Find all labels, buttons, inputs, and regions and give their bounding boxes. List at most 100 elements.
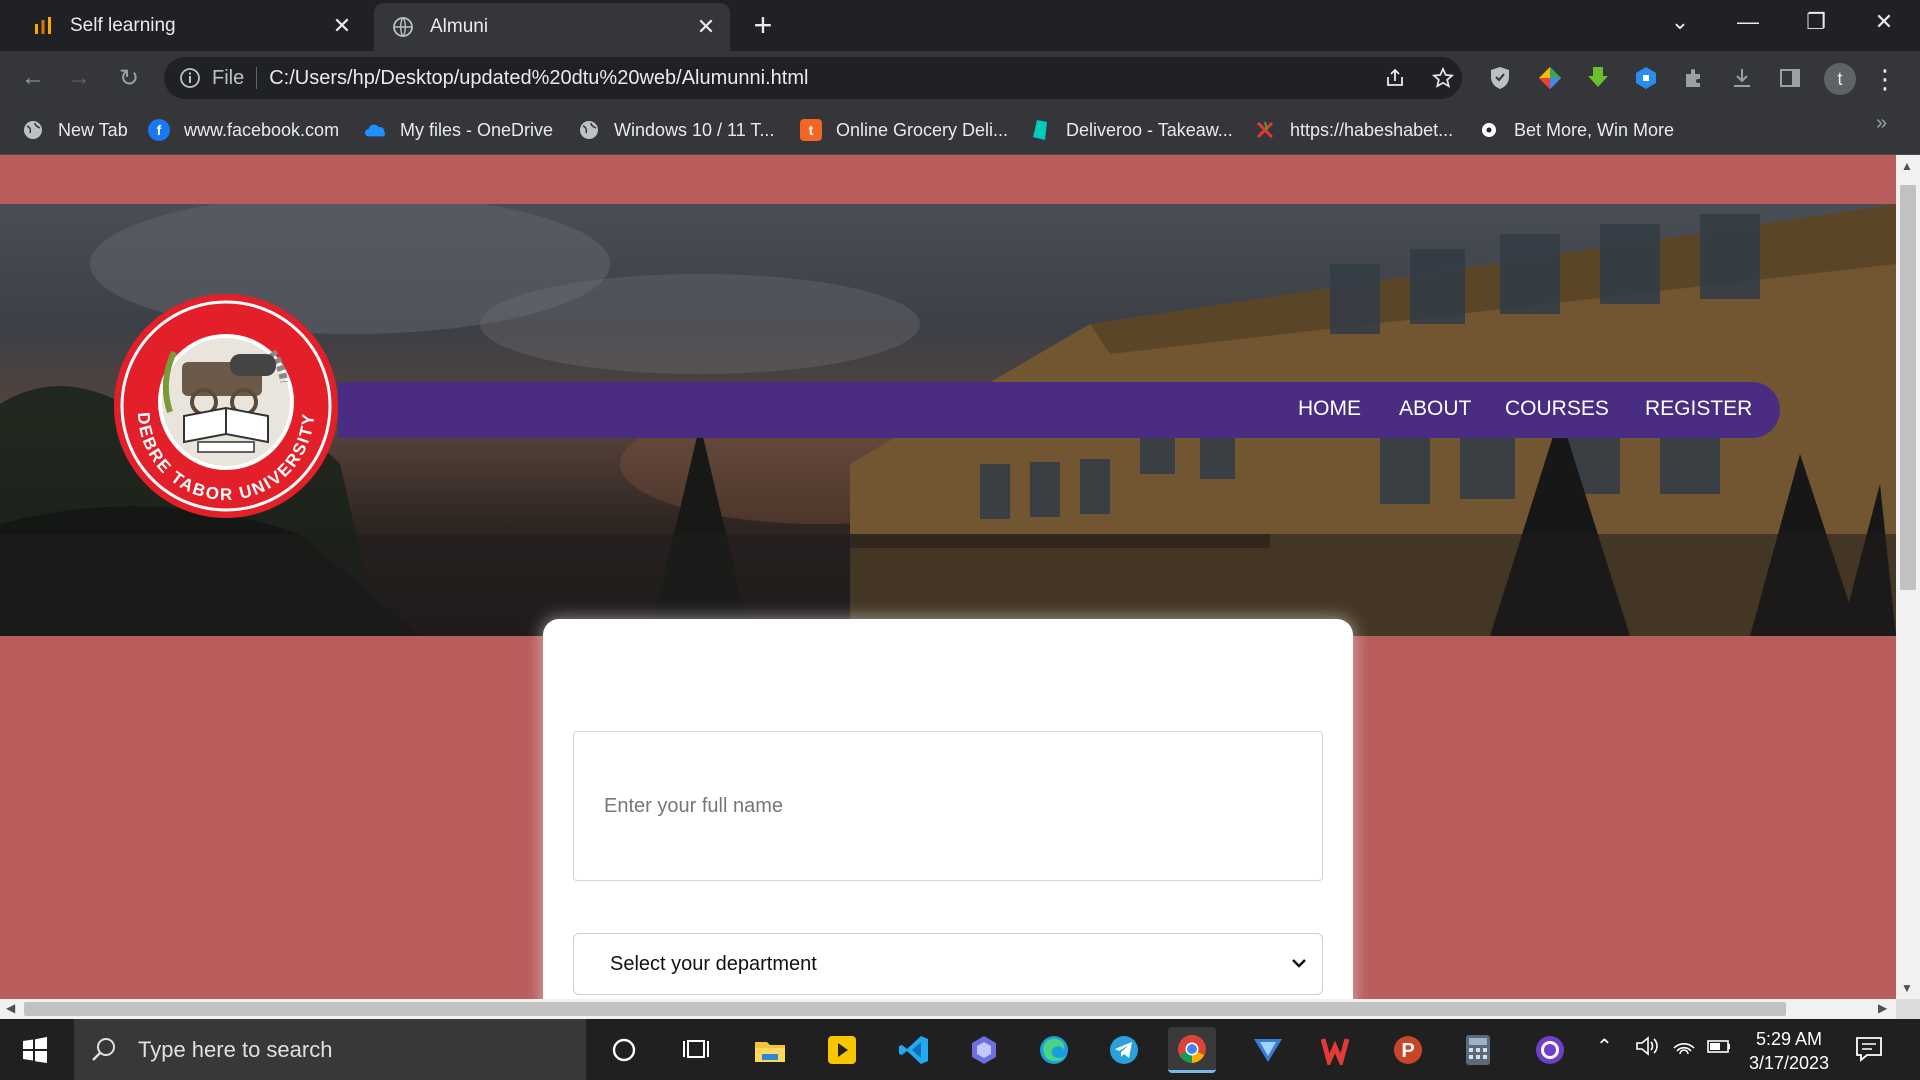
- bookmark-star-icon[interactable]: [1426, 61, 1460, 95]
- bookmark-label: www.facebook.com: [184, 119, 340, 140]
- vertical-scrollbar[interactable]: ▲ ▼: [1896, 155, 1920, 999]
- tab-self-learning[interactable]: Self learning ✕: [14, 0, 366, 51]
- page-viewport: HOME ABOUT COURSES REGISTER DEBRE TABOR …: [0, 155, 1896, 999]
- bookmark-label: My files - OneDrive: [400, 119, 554, 140]
- horizontal-scroll-thumb[interactable]: [24, 1002, 1786, 1016]
- svg-text:P: P: [1401, 1040, 1414, 1062]
- bookmark-label: Online Grocery Deli...: [836, 119, 1009, 140]
- globe-icon: [578, 119, 600, 141]
- scroll-left-icon[interactable]: ◀: [6, 1001, 15, 1015]
- bookmark-onedrive[interactable]: My files - OneDrive: [364, 115, 553, 145]
- scrollbar-corner: [1896, 999, 1920, 1019]
- scroll-up-icon[interactable]: ▲: [1901, 159, 1913, 173]
- address-bar[interactable]: File C:/Users/hp/Desktop/updated%20dtu%2…: [164, 57, 1462, 99]
- url-text[interactable]: C:/Users/hp/Desktop/updated%20dtu%20web/…: [269, 67, 808, 90]
- vertical-scroll-thumb[interactable]: [1900, 185, 1916, 590]
- chrome-icon[interactable]: [1168, 1027, 1216, 1073]
- globe-icon: [392, 16, 414, 38]
- department-select-value: Select your department: [610, 952, 817, 975]
- close-tab-icon[interactable]: ✕: [328, 12, 356, 40]
- vpn-extension-icon[interactable]: [1630, 62, 1662, 94]
- nav-register[interactable]: REGISTER: [1645, 397, 1752, 421]
- full-name-input[interactable]: Enter your full name: [573, 731, 1323, 881]
- network-icon[interactable]: [1672, 1034, 1696, 1064]
- battery-icon[interactable]: [1706, 1034, 1732, 1064]
- browser-titlebar: Self learning ✕ Almuni ✕ + ⌄ — ❐ ✕: [0, 0, 1920, 51]
- chevron-down-icon: [1292, 959, 1306, 968]
- extensions-puzzle-icon[interactable]: [1678, 62, 1710, 94]
- tab-almuni[interactable]: Almuni ✕: [374, 3, 730, 51]
- department-select[interactable]: Select your department: [573, 933, 1323, 995]
- tab-search-icon[interactable]: ⌄: [1652, 0, 1708, 44]
- menu-kebab-icon[interactable]: ⋮: [1870, 63, 1900, 95]
- bookmark-bet-more[interactable]: Bet More, Win More: [1478, 115, 1674, 145]
- notifications-icon[interactable]: [1854, 1034, 1890, 1066]
- university-logo[interactable]: DEBRE TABOR UNIVERSITY: [112, 292, 340, 520]
- back-button[interactable]: ←: [16, 61, 50, 95]
- clock-time: 5:29 AM: [1755, 1029, 1823, 1049]
- nav-about[interactable]: ABOUT: [1399, 397, 1471, 421]
- bookmark-label: Windows 10 / 11 T...: [614, 119, 775, 140]
- scroll-down-icon[interactable]: ▼: [1901, 981, 1913, 995]
- postman-icon[interactable]: P: [1384, 1027, 1432, 1073]
- bookmark-habeshabet[interactable]: https://habeshabet...: [1254, 115, 1453, 145]
- bookmark-label: https://habeshabet...: [1290, 119, 1454, 140]
- restore-button[interactable]: ❐: [1788, 0, 1844, 44]
- windows-taskbar: Type here to search P ⌃ 5:29 AM 3/17/202…: [0, 1019, 1920, 1080]
- wps-icon[interactable]: [1314, 1027, 1362, 1073]
- copilot-icon[interactable]: [960, 1027, 1008, 1073]
- analytics-icon: [32, 15, 54, 37]
- vscode-icon[interactable]: [890, 1027, 938, 1073]
- start-button[interactable]: [0, 1019, 70, 1080]
- download-manager-icon[interactable]: [1582, 62, 1614, 94]
- file-explorer-icon[interactable]: [746, 1027, 794, 1073]
- nav-courses[interactable]: COURSES: [1505, 397, 1609, 421]
- bookmarks-overflow-icon[interactable]: »: [1876, 112, 1887, 135]
- vpn-icon[interactable]: [1244, 1027, 1292, 1073]
- bookmark-label: New Tab: [58, 119, 128, 140]
- bookmark-label: Deliveroo - Takeaw...: [1066, 119, 1233, 140]
- bookmark-windows[interactable]: Windows 10 / 11 T...: [578, 115, 774, 145]
- close-window-button[interactable]: ✕: [1856, 0, 1912, 44]
- profile-avatar[interactable]: t: [1824, 63, 1856, 95]
- bookmark-facebook[interactable]: f www.facebook.com: [148, 115, 339, 145]
- ball-icon: [1478, 119, 1500, 141]
- search-icon: [92, 1037, 115, 1061]
- side-panel-icon[interactable]: [1774, 62, 1806, 94]
- edge-icon[interactable]: [1030, 1027, 1078, 1073]
- shield-extension-icon[interactable]: [1484, 62, 1516, 94]
- github-desktop-icon[interactable]: [1526, 1027, 1574, 1073]
- bookmarks-bar: New Tab f www.facebook.com My files - On…: [0, 105, 1920, 155]
- downloads-icon[interactable]: [1726, 62, 1758, 94]
- taskbar-search-box[interactable]: Type here to search: [74, 1019, 586, 1080]
- hero-banner: HOME ABOUT COURSES REGISTER DEBRE TABOR …: [0, 204, 1896, 636]
- bookmark-grocery[interactable]: t Online Grocery Deli...: [800, 115, 1008, 145]
- close-tab-icon[interactable]: ✕: [692, 13, 720, 41]
- windows-logo-icon: [23, 1036, 47, 1063]
- volume-icon[interactable]: [1634, 1034, 1658, 1064]
- media-player-icon[interactable]: [818, 1027, 866, 1073]
- grocery-icon: t: [800, 119, 822, 141]
- share-icon[interactable]: [1378, 61, 1412, 95]
- deliveroo-icon: [1030, 119, 1052, 141]
- reload-button[interactable]: ↻: [112, 61, 146, 95]
- separator: [256, 67, 258, 89]
- horizontal-scrollbar[interactable]: ◀ ▶: [0, 999, 1896, 1019]
- minimize-button[interactable]: —: [1720, 0, 1776, 44]
- nav-home[interactable]: HOME: [1298, 397, 1361, 421]
- bookmark-new-tab[interactable]: New Tab: [22, 115, 128, 145]
- taskbar-clock[interactable]: 5:29 AM 3/17/2023: [1734, 1027, 1844, 1075]
- show-hidden-icons[interactable]: ⌃: [1596, 1034, 1613, 1059]
- task-view-icon[interactable]: [672, 1027, 720, 1073]
- scroll-right-icon[interactable]: ▶: [1878, 1001, 1887, 1015]
- cortana-icon[interactable]: [600, 1027, 648, 1073]
- calculator-icon[interactable]: [1454, 1027, 1502, 1073]
- new-tab-button[interactable]: +: [748, 7, 778, 43]
- tab-title: Almuni: [430, 16, 489, 37]
- habeshabet-icon: [1254, 119, 1276, 141]
- forward-button[interactable]: →: [62, 61, 96, 95]
- telegram-icon[interactable]: [1100, 1027, 1148, 1073]
- diamond-extension-icon[interactable]: [1534, 62, 1566, 94]
- info-icon[interactable]: [178, 66, 202, 90]
- bookmark-deliveroo[interactable]: Deliveroo - Takeaw...: [1030, 115, 1233, 145]
